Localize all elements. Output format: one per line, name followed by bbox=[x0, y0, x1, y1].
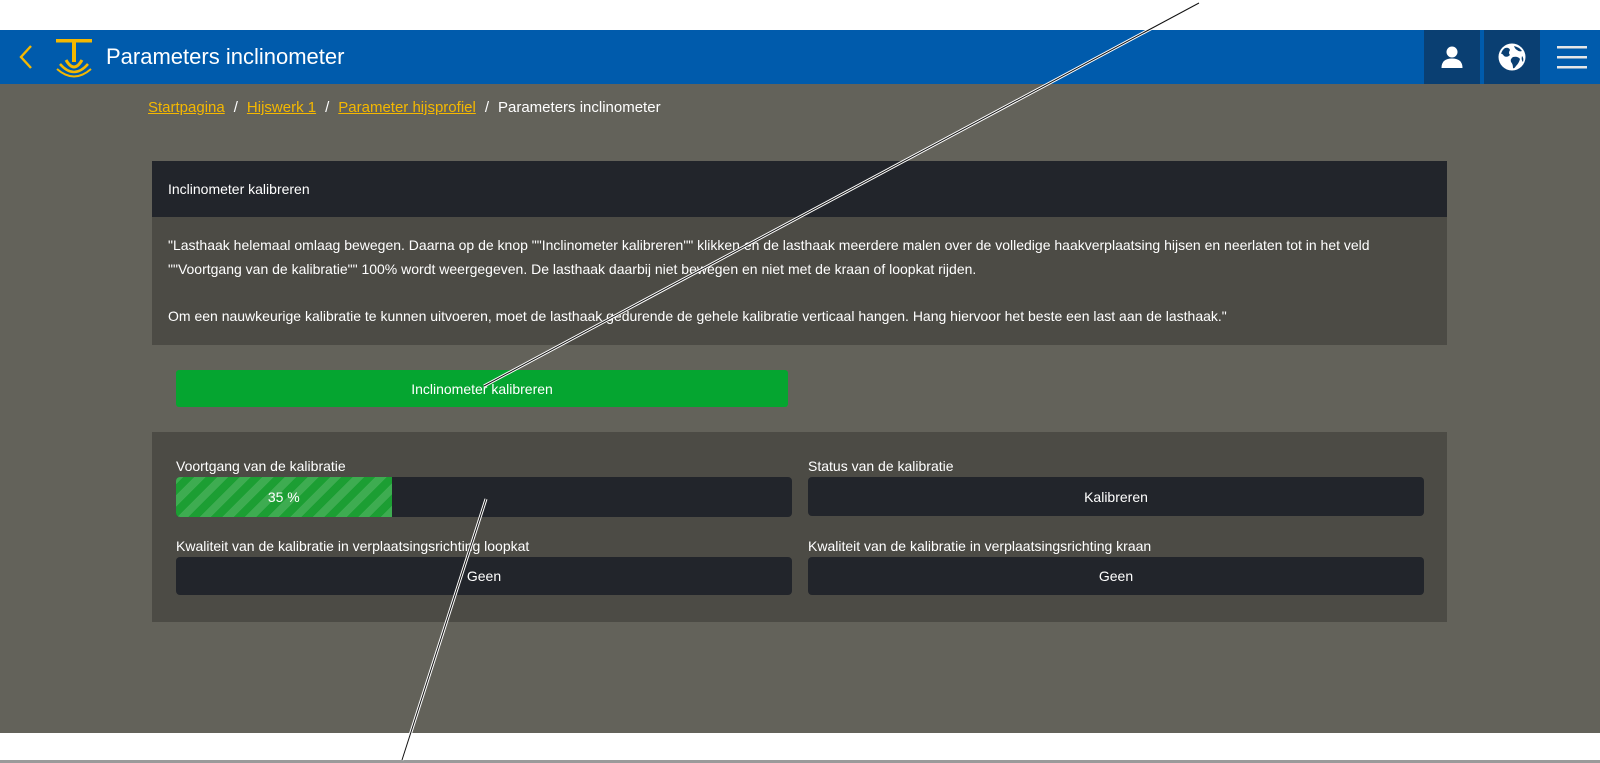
breadcrumb-link-hijswerk[interactable]: Hijswerk 1 bbox=[247, 99, 316, 116]
top-navbar: Parameters inclinometer bbox=[0, 30, 1600, 84]
breadcrumb-separator: / bbox=[484, 99, 489, 116]
breadcrumb-separator: / bbox=[233, 99, 238, 116]
bottom-margin bbox=[0, 733, 1600, 763]
crane-hook-logo-icon[interactable] bbox=[52, 30, 96, 84]
progress-value: 35 % bbox=[267, 489, 300, 505]
breadcrumb-separator: / bbox=[325, 99, 330, 116]
top-margin bbox=[0, 0, 1600, 30]
instruction-paragraph-2: Om een nauwkeurige kalibratie te kunnen … bbox=[168, 308, 1227, 324]
user-icon bbox=[1441, 46, 1463, 68]
breadcrumb: Startpagina / Hijswerk 1 / Parameter hij… bbox=[148, 99, 661, 116]
quality-crane-field: Kwaliteit van de kalibratie in verplaats… bbox=[808, 536, 1424, 595]
globe-icon bbox=[1498, 43, 1526, 71]
card-body: "Lasthaak helemaal omlaag bewegen. Daarn… bbox=[152, 217, 1447, 345]
back-button[interactable] bbox=[0, 30, 52, 84]
card-title: Inclinometer kalibreren bbox=[152, 161, 1447, 217]
quality-trolley-value: Geen bbox=[176, 557, 792, 595]
breadcrumb-link-startpagina[interactable]: Startpagina bbox=[148, 99, 225, 116]
calibrate-inclinometer-button[interactable]: Inclinometer kalibreren bbox=[176, 370, 788, 407]
quality-crane-label: Kwaliteit van de kalibratie in verplaats… bbox=[808, 538, 1152, 554]
main-menu-button[interactable] bbox=[1544, 30, 1600, 84]
progress-label: Voortgang van de kalibratie bbox=[176, 458, 346, 474]
instruction-paragraph-1: "Lasthaak helemaal omlaag bewegen. Daarn… bbox=[168, 237, 1370, 277]
breadcrumb-current: Parameters inclinometer bbox=[498, 99, 661, 116]
status-value: Kalibreren bbox=[808, 477, 1424, 516]
chevron-left-icon bbox=[19, 45, 32, 69]
quality-trolley-field: Kwaliteit van de kalibratie in verplaats… bbox=[176, 536, 792, 595]
breadcrumb-link-parameter-hijsprofiel[interactable]: Parameter hijsprofiel bbox=[338, 99, 476, 116]
calibration-status-panel: Voortgang van de kalibratie 35 % Status … bbox=[152, 432, 1447, 622]
quality-trolley-label: Kwaliteit van de kalibratie in verplaats… bbox=[176, 538, 530, 554]
main-content: Startpagina / Hijswerk 1 / Parameter hij… bbox=[0, 84, 1600, 733]
status-label: Status van de kalibratie bbox=[808, 458, 954, 474]
progress-field: Voortgang van de kalibratie 35 % bbox=[176, 456, 792, 517]
calibration-instructions-card: Inclinometer kalibreren "Lasthaak helema… bbox=[152, 161, 1447, 345]
progress-bar: 35 % bbox=[176, 477, 792, 517]
user-button[interactable] bbox=[1424, 30, 1480, 84]
quality-crane-value: Geen bbox=[808, 557, 1424, 595]
page-title: Parameters inclinometer bbox=[106, 44, 345, 69]
status-field: Status van de kalibratie Kalibreren bbox=[808, 456, 1424, 516]
hamburger-menu-icon bbox=[1557, 46, 1587, 69]
language-button[interactable] bbox=[1484, 30, 1540, 84]
progress-bar-fill: 35 % bbox=[176, 477, 392, 517]
